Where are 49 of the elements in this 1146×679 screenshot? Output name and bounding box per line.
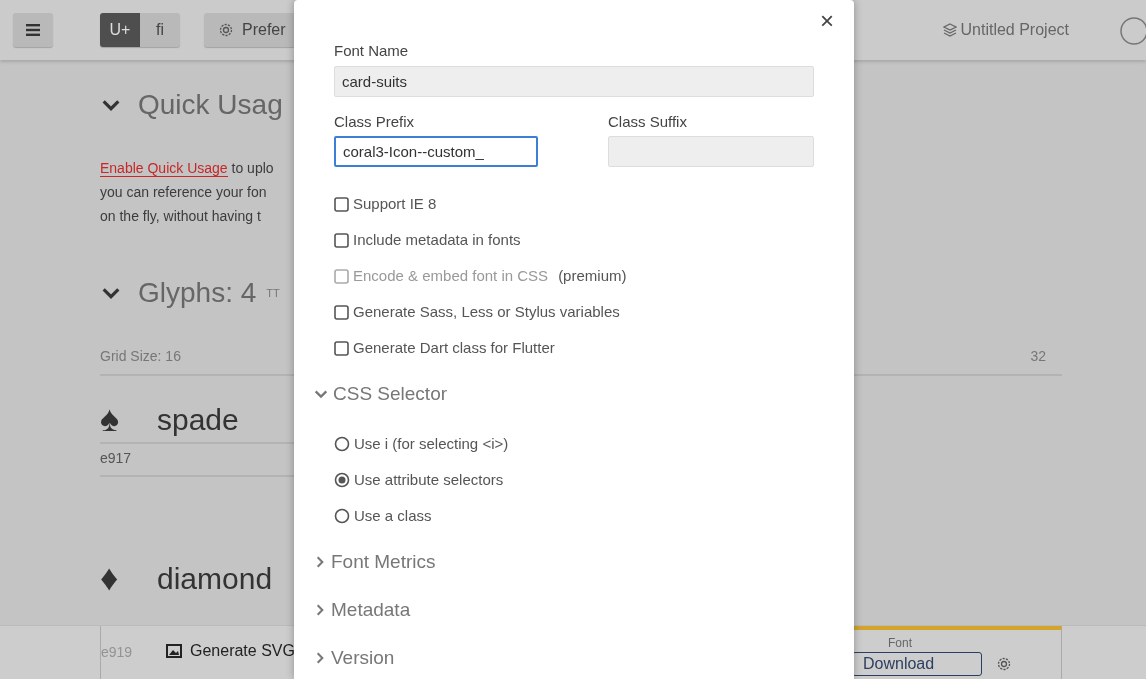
section-header[interactable]: CSS Selector [333, 379, 448, 409]
section-header[interactable]: Version [331, 643, 395, 673]
glyph-code: e917 [100, 442, 294, 477]
toggle-button[interactable]: ﬁ [140, 13, 180, 47]
glyph-icon: ♦ [100, 551, 157, 605]
field-label: Class Prefix [334, 111, 416, 132]
option-label: Use i (for selecting <i>) [354, 433, 509, 454]
radio-button[interactable] [334, 508, 350, 524]
checkbox[interactable] [334, 196, 349, 212]
tag-label: TT [266, 285, 280, 301]
radio-button[interactable] [334, 472, 350, 488]
section-title: Glyphs: 4 [138, 276, 257, 310]
glyph-code: e919 [101, 643, 133, 662]
checkbox[interactable] [334, 340, 349, 356]
project-title: Untitled Project [960, 20, 1069, 40]
option-label: Use a class [354, 505, 432, 526]
image-icon [166, 644, 182, 658]
gear-icon [996, 656, 1012, 672]
input-field[interactable] [608, 136, 814, 167]
input-field[interactable]: coral3-Icon--custom_ [334, 136, 538, 167]
option-label: Generate Sass, Less or Stylus variables [353, 301, 620, 322]
menu-button[interactable] [13, 13, 53, 47]
generate-svg-button[interactable]: Generate SVG [160, 634, 301, 668]
field-label: Class Suffix [608, 111, 688, 132]
close-button[interactable]: × [814, 8, 840, 34]
panel-label: Font [888, 635, 912, 652]
radio-button[interactable] [334, 436, 350, 452]
quick-usage-link[interactable]: Enable Quick Usage [100, 160, 228, 177]
avatar-icon [1118, 16, 1146, 46]
glyph-name: diamond [157, 560, 273, 597]
toggle-button[interactable]: U+ [100, 13, 140, 47]
premium-note: (premium) [558, 265, 627, 286]
option-label: Encode & embed font in CSS [353, 265, 549, 286]
layers-icon [942, 23, 957, 37]
section-title: Quick Usag [138, 88, 283, 122]
option-label: Use attribute selectors [354, 469, 504, 490]
input-field[interactable]: card-suits [334, 65, 814, 97]
option-label: Support IE 8 [353, 193, 437, 214]
checkbox[interactable] [334, 304, 349, 320]
grid-size-label: Grid Size: 16 [100, 347, 181, 366]
grid-size-max: 32 [1030, 347, 1046, 366]
gear-icon [218, 22, 234, 38]
section-header[interactable]: Font Metrics [331, 547, 436, 577]
menu-icon [26, 24, 40, 36]
section-header[interactable]: Metadata [331, 595, 411, 625]
option-label: Include metadata in fonts [353, 229, 521, 250]
checkbox[interactable] [334, 232, 349, 248]
glyph-name: spade [157, 401, 239, 438]
option-label: Generate Dart class for Flutter [353, 337, 555, 358]
